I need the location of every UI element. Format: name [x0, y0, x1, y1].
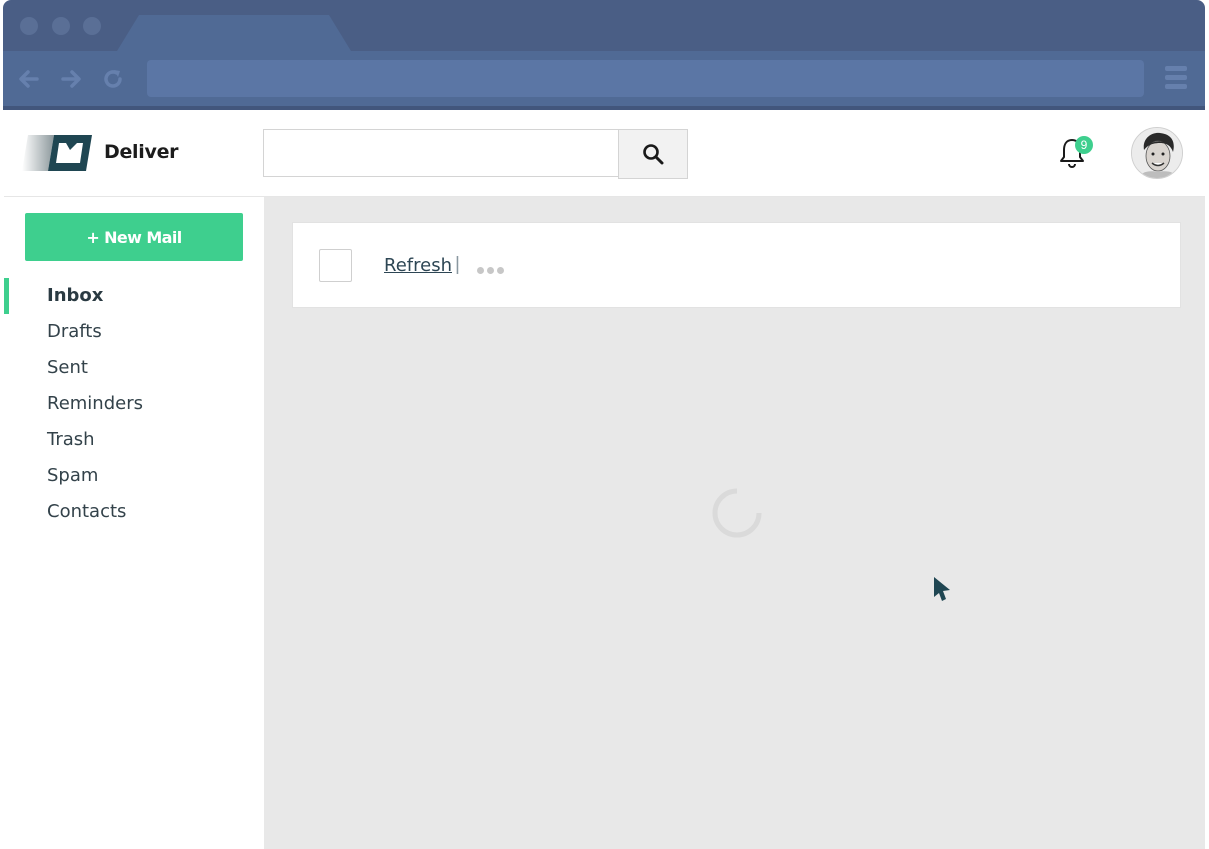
back-arrow-icon[interactable] [17, 67, 41, 91]
forward-arrow-icon[interactable] [59, 67, 83, 91]
reload-icon[interactable] [101, 67, 125, 91]
app-header: Deliver 9 [4, 110, 1205, 197]
browser-window: Deliver 9 + New Mail Inbox Drafts Sent R… [3, 0, 1205, 849]
search-input[interactable] [263, 129, 618, 177]
window-close-dot[interactable] [20, 17, 38, 35]
sidebar-item-trash[interactable]: Trash [4, 422, 264, 458]
sidebar-item-reminders[interactable]: Reminders [4, 386, 264, 422]
folder-nav: Inbox Drafts Sent Reminders Trash Spam C… [4, 278, 264, 530]
sidebar: + New Mail Inbox Drafts Sent Reminders T… [4, 197, 264, 849]
browser-tab[interactable] [117, 15, 351, 51]
brand-name: Deliver [104, 141, 179, 163]
avatar[interactable] [1131, 127, 1183, 179]
notification-badge: 9 [1075, 136, 1093, 154]
more-dots-icon[interactable] [477, 261, 507, 274]
select-all-checkbox[interactable] [319, 249, 352, 282]
new-mail-button[interactable]: + New Mail [25, 213, 243, 261]
mail-toolbar: Refresh | [292, 222, 1181, 308]
toolbar-separator: | [455, 254, 460, 275]
sidebar-item-spam[interactable]: Spam [4, 458, 264, 494]
browser-toolbar [3, 51, 1205, 110]
window-minimize-dot[interactable] [52, 17, 70, 35]
search-icon [643, 144, 664, 165]
pointer-cursor-icon [932, 576, 952, 602]
logo-icon [22, 135, 92, 171]
menu-icon[interactable] [1165, 66, 1187, 92]
sidebar-item-drafts[interactable]: Drafts [4, 314, 264, 350]
main-content: Refresh | [264, 197, 1205, 849]
sidebar-item-sent[interactable]: Sent [4, 350, 264, 386]
sidebar-item-contacts[interactable]: Contacts [4, 494, 264, 530]
browser-titlebar [3, 0, 1205, 51]
search-button[interactable] [618, 129, 688, 179]
loading-spinner [711, 487, 763, 539]
sidebar-item-inbox[interactable]: Inbox [4, 278, 264, 314]
window-maximize-dot[interactable] [83, 17, 101, 35]
refresh-link[interactable]: Refresh [384, 255, 452, 276]
address-bar[interactable] [147, 60, 1144, 97]
